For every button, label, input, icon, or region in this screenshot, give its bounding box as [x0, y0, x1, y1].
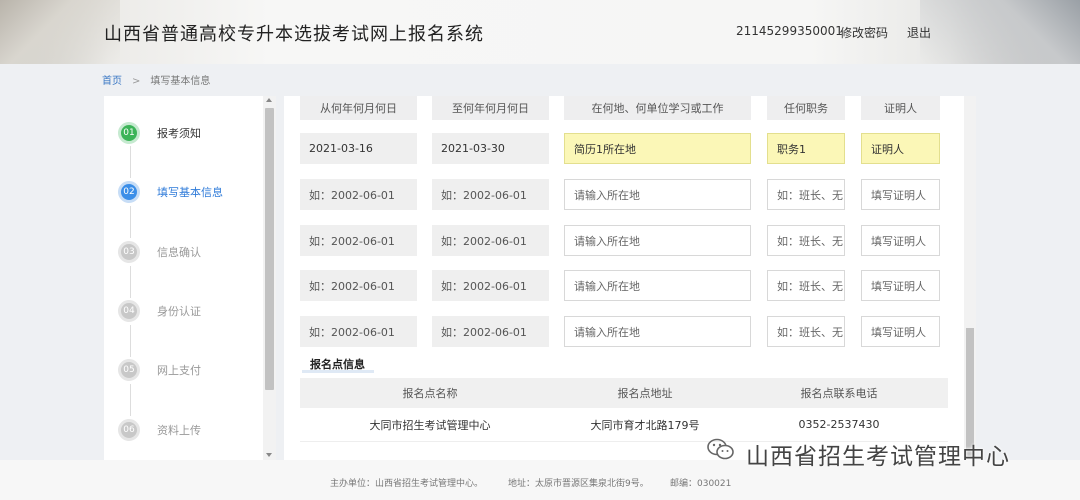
position-field[interactable]: 如：班长、无: [767, 316, 845, 347]
to-date-field[interactable]: 如：2002-06-01: [432, 316, 549, 347]
footer-postcode: 邮编：030021: [670, 479, 732, 489]
witness-field[interactable]: 填写证明人: [861, 225, 940, 256]
sidebar-scrollbar[interactable]: [263, 96, 276, 460]
scroll-up-icon[interactable]: [266, 98, 272, 102]
step-connector: [130, 384, 131, 416]
place-field[interactable]: 请输入所在地: [564, 225, 751, 256]
witness-field[interactable]: 填写证明人: [861, 316, 940, 347]
step-connector: [130, 325, 131, 357]
step-item-identity[interactable]: 04 身份认证: [118, 296, 201, 326]
step-item-basic-info[interactable]: 02 填写基本信息: [118, 177, 223, 207]
scroll-down-icon[interactable]: [266, 453, 272, 457]
step-sidebar: 01 报考须知 02 填写基本信息 03 信息确认 04 身份认证 05 网上支…: [104, 96, 276, 460]
step-label: 信息确认: [157, 246, 201, 259]
witness-field[interactable]: 证明人: [861, 133, 940, 164]
from-date-field[interactable]: 如：2002-06-01: [300, 316, 417, 347]
footer-address: 地址：太原市晋源区集泉北街9号。: [508, 479, 649, 489]
from-date-field[interactable]: 如：2002-06-01: [300, 270, 417, 301]
col-header-witness: 证明人: [861, 96, 940, 120]
site-header-address: 报名点地址: [560, 378, 730, 408]
watermark-text: 山西省招生考试管理中心: [746, 444, 1010, 470]
step-number: 03: [118, 241, 140, 263]
site-address-cell: 大同市育才北路179号: [560, 408, 730, 442]
sidebar-scroll-thumb[interactable]: [265, 108, 274, 390]
place-field[interactable]: 请输入所在地: [564, 316, 751, 347]
position-field[interactable]: 如：班长、无: [767, 225, 845, 256]
footer-host: 主办单位：山西省招生考试管理中心。: [330, 479, 484, 489]
step-connector: [130, 146, 131, 178]
place-field[interactable]: 请输入所在地: [564, 270, 751, 301]
site-title: 山西省普通高校专升本选拔考试网上报名系统: [104, 24, 484, 45]
step-number: 06: [118, 419, 140, 441]
step-number: 04: [118, 300, 140, 322]
step-label: 报考须知: [157, 127, 201, 140]
step-number: 05: [118, 359, 140, 381]
step-item-payment[interactable]: 05 网上支付: [118, 355, 201, 385]
site-name-cell: 大同市招生考试管理中心: [300, 408, 560, 442]
position-field[interactable]: 职务1: [767, 133, 845, 164]
step-label: 资料上传: [157, 424, 201, 437]
place-field[interactable]: 请输入所在地: [564, 179, 751, 210]
to-date-field[interactable]: 如：2002-06-01: [432, 270, 549, 301]
col-header-from: 从何年何月何日: [300, 96, 417, 120]
step-label: 填写基本信息: [157, 186, 223, 199]
step-connector: [130, 206, 131, 238]
col-header-to: 至何年何月何日: [432, 96, 549, 120]
wechat-icon: [707, 438, 734, 460]
step-item-upload[interactable]: 06 资料上传: [118, 415, 201, 445]
main-form-panel: 从何年何月何日 至何年何月何日 在何地、何单位学习或工作 任何职务 证明人 20…: [284, 96, 964, 460]
page-header: 山西省普通高校专升本选拔考试网上报名系统 21145299350001 修改密码…: [0, 0, 1080, 64]
step-label: 网上支付: [157, 364, 201, 377]
to-date-field[interactable]: 如：2002-06-01: [432, 179, 549, 210]
position-field[interactable]: 如：班长、无: [767, 179, 845, 210]
header-decoration-right: [920, 0, 1080, 64]
witness-field[interactable]: 填写证明人: [861, 270, 940, 301]
site-header-name: 报名点名称: [300, 378, 560, 408]
to-date-field[interactable]: 如：2002-06-01: [432, 225, 549, 256]
col-header-place: 在何地、何单位学习或工作: [564, 96, 751, 120]
user-id: 21145299350001: [736, 24, 843, 38]
witness-field[interactable]: 填写证明人: [861, 179, 940, 210]
to-date-field[interactable]: 2021-03-30: [432, 133, 549, 164]
site-header-phone: 报名点联系电话: [730, 378, 948, 408]
step-connector: [130, 266, 131, 298]
breadcrumb: 首页 > 填写基本信息: [102, 72, 210, 87]
col-header-position: 任何职务: [767, 96, 845, 120]
step-number: 01: [118, 122, 140, 144]
change-password-link[interactable]: 修改密码: [840, 24, 888, 41]
from-date-field[interactable]: 如：2002-06-01: [300, 179, 417, 210]
step-item-notice[interactable]: 01 报考须知: [118, 118, 201, 148]
header-decoration-left: [0, 0, 120, 64]
step-item-confirm[interactable]: 03 信息确认: [118, 237, 201, 267]
main-scrollbar[interactable]: [964, 96, 976, 460]
logout-link[interactable]: 退出: [907, 24, 931, 41]
step-label: 身份认证: [157, 305, 201, 318]
position-field[interactable]: 如：班长、无: [767, 270, 845, 301]
from-date-field[interactable]: 2021-03-16: [300, 133, 417, 164]
place-field[interactable]: 简历1所在地: [564, 133, 751, 164]
breadcrumb-separator: >: [132, 76, 141, 87]
step-number: 02: [118, 181, 140, 203]
breadcrumb-home[interactable]: 首页: [102, 76, 122, 87]
breadcrumb-current: 填写基本信息: [150, 76, 211, 87]
section-title-registration-site: 报名点信息: [310, 358, 365, 371]
from-date-field[interactable]: 如：2002-06-01: [300, 225, 417, 256]
